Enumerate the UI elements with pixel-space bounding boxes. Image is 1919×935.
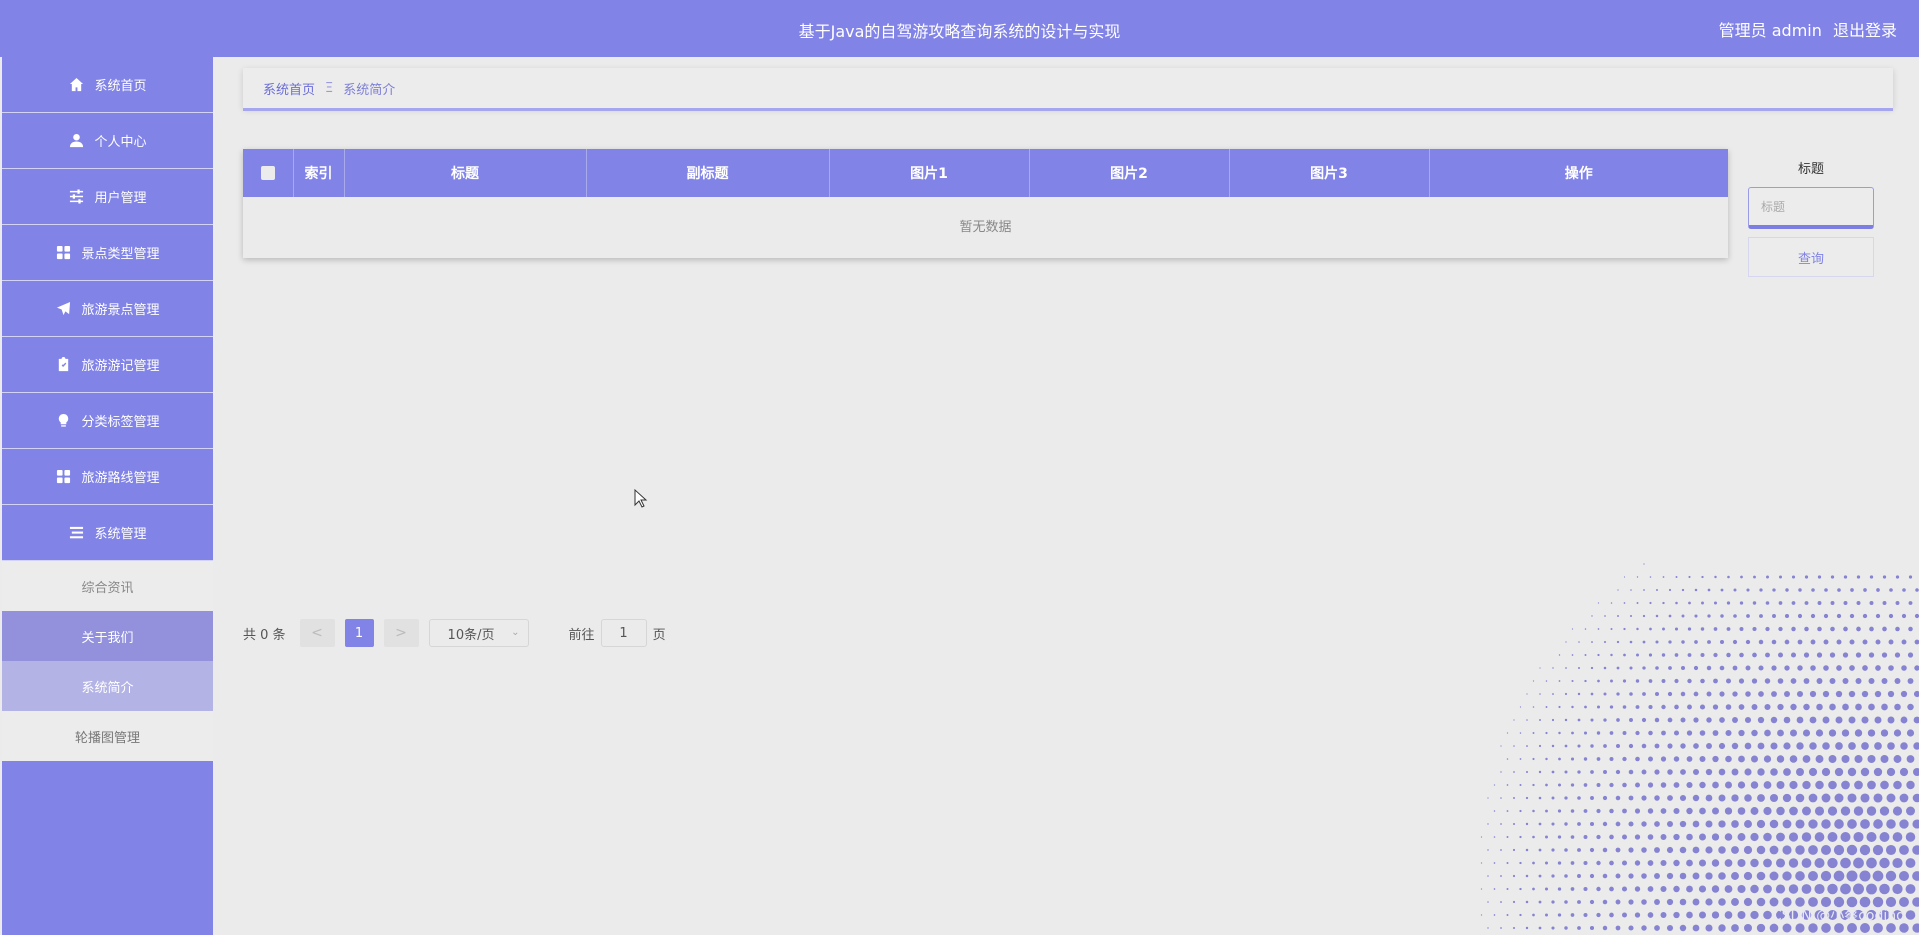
chevron-down-icon: ⌄ <box>511 627 520 638</box>
column-header: 索引 <box>293 149 345 197</box>
watermark: CSDN @小蔡coding <box>1771 908 1905 924</box>
submenu-item-news[interactable]: 综合资讯 <box>2 561 213 611</box>
clipboard-icon <box>55 357 71 373</box>
home-icon <box>68 77 84 93</box>
column-header: 图片2 <box>1029 149 1230 197</box>
system-submenu: 综合资讯 关于我们 系统简介 轮播图管理 <box>2 561 213 761</box>
pagination: 共 0 条 < 1 > 10条/页 ⌄ 前往 1 页 <box>243 619 666 647</box>
sidebar-item-label: 分类标签管理 <box>81 415 160 430</box>
sidebar-item-label: 系统管理 <box>94 527 147 542</box>
table-header-row: 索引 标题 副标题 图片1 图片2 图片3 操作 <box>243 149 1728 197</box>
query-button[interactable]: 查询 <box>1748 237 1874 277</box>
column-header: 操作 <box>1564 166 1593 182</box>
sidebar-item-label: 旅游路线管理 <box>81 471 160 486</box>
sidebar-item-label: 旅游景点管理 <box>81 303 160 318</box>
sidebar-item-label: 用户管理 <box>94 191 147 206</box>
sidebar-item-travel-routes[interactable]: 旅游路线管理 <box>2 449 213 505</box>
sidebar-item-home[interactable]: 系统首页 <box>2 57 213 113</box>
table-row: 暂无数据 <box>243 197 1728 258</box>
goto-page-input[interactable]: 1 <box>600 619 647 647</box>
sidebar-item-label: 景点类型管理 <box>81 247 160 262</box>
submenu-item-system-intro[interactable]: 系统简介 <box>2 661 213 711</box>
user-area: 管理员 admin 退出登录 <box>1713 17 1897 41</box>
submenu-item-carousel[interactable]: 轮播图管理 <box>2 711 213 761</box>
page-suffix: 页 <box>652 627 666 643</box>
empty-state: 暂无数据 <box>959 220 1012 235</box>
select-all-header[interactable] <box>243 149 294 197</box>
sidebar-item-system-management[interactable]: 系统管理 <box>2 505 213 561</box>
sidebar: 系统首页 个人中心 用户管理 景点类型管理 旅游景点管理 旅游游记管理 分类标签… <box>2 57 213 935</box>
breadcrumb-current: 系统简介 <box>343 82 396 98</box>
grid-icon <box>55 245 71 261</box>
paper-plane-icon <box>55 301 71 317</box>
breadcrumb-separator: Ξ <box>325 80 334 96</box>
sidebar-item-label: 系统首页 <box>94 79 147 94</box>
app-title: 基于Java的自驾游攻略查询系统的设计与实现 <box>798 22 1121 41</box>
page-number-current[interactable]: 1 <box>344 619 374 647</box>
sidebar-item-user-management[interactable]: 用户管理 <box>2 169 213 225</box>
user-icon <box>68 133 84 149</box>
data-table: 索引 标题 副标题 图片1 图片2 图片3 操作 暂无数据 <box>243 149 1728 258</box>
list-icon <box>68 525 84 541</box>
mouse-cursor-icon <box>634 489 648 508</box>
search-label: 标题 <box>1797 162 1824 177</box>
column-header: 图片3 <box>1229 149 1430 197</box>
column-header: 副标题 <box>586 149 830 197</box>
next-page-button[interactable]: > <box>383 619 419 647</box>
title-search-input[interactable] <box>1748 187 1874 229</box>
column-header: 标题 <box>344 149 587 197</box>
lightbulb-icon <box>55 413 71 429</box>
sidebar-item-personal-center[interactable]: 个人中心 <box>2 113 213 169</box>
top-header: 基于Java的自驾游攻略查询系统的设计与实现 管理员 admin 退出登录 <box>0 0 1919 57</box>
prev-page-button[interactable]: < <box>299 619 335 647</box>
sidebar-item-label: 个人中心 <box>94 135 147 150</box>
sidebar-item-scenic-spot[interactable]: 旅游景点管理 <box>2 281 213 337</box>
breadcrumb-home[interactable]: 系统首页 <box>263 79 315 98</box>
sliders-icon <box>68 189 84 205</box>
submenu-item-about-us[interactable]: 关于我们 <box>2 611 213 661</box>
search-panel: 标题 查询 <box>1748 158 1874 277</box>
user-label: 管理员 admin <box>1718 21 1822 40</box>
select-all-checkbox[interactable] <box>260 166 275 180</box>
decorative-dot-pattern <box>1480 563 1919 933</box>
sidebar-item-label: 旅游游记管理 <box>81 359 160 374</box>
page-size-value: 10条/页 <box>447 627 495 643</box>
breadcrumb: 系统首页 Ξ 系统简介 <box>243 68 1893 108</box>
goto-label: 前往 <box>568 627 595 643</box>
page-size-select[interactable]: 10条/页 ⌄ <box>428 619 529 647</box>
sidebar-item-travel-notes[interactable]: 旅游游记管理 <box>2 337 213 393</box>
sidebar-item-scenic-type[interactable]: 景点类型管理 <box>2 225 213 281</box>
logout-link[interactable]: 退出登录 <box>1833 21 1897 40</box>
sidebar-item-category-tags[interactable]: 分类标签管理 <box>2 393 213 449</box>
total-count: 共 0 条 <box>243 627 286 643</box>
grid-icon <box>55 469 71 485</box>
column-header: 图片1 <box>829 149 1030 197</box>
